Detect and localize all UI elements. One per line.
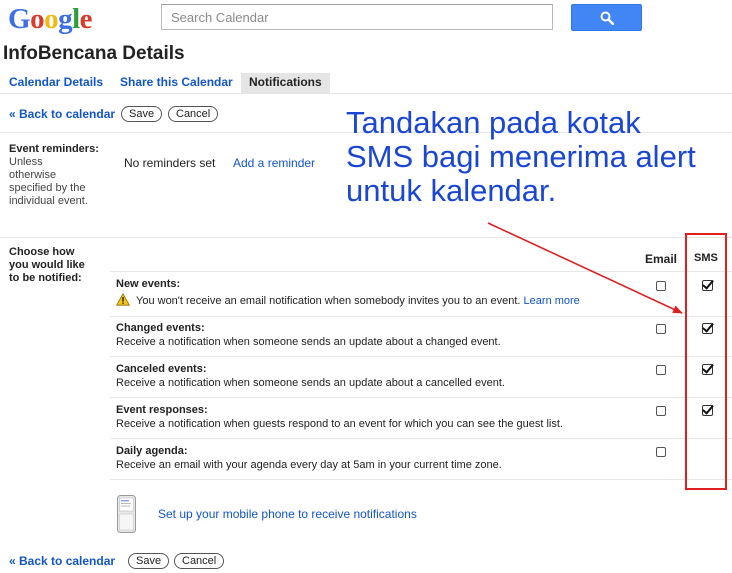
annotation-arrow	[487, 222, 683, 314]
sms-column-highlight	[685, 233, 727, 490]
